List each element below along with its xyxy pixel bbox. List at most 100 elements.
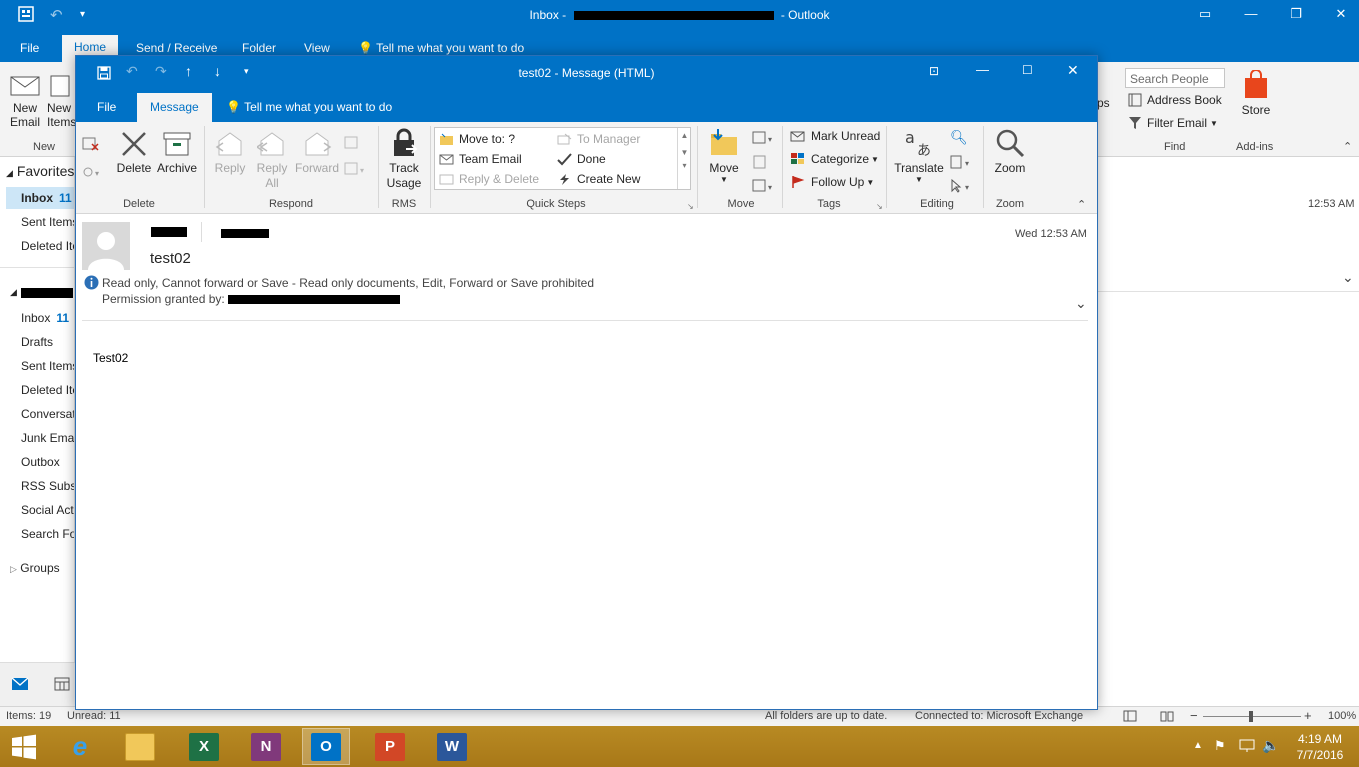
folder-search-folders[interactable]: Search Folders xyxy=(21,527,74,541)
maximize-button[interactable]: ☐ xyxy=(1022,63,1033,77)
tab-file[interactable]: File xyxy=(97,100,116,114)
folder-inbox[interactable]: Inbox 11 xyxy=(21,311,69,325)
close-button[interactable]: ✕ xyxy=(1067,62,1079,79)
groups-header[interactable]: ▷ Groups xyxy=(10,561,60,575)
tell-me-box[interactable]: 💡 Tell me what you want to do xyxy=(358,41,524,55)
reply-all-button[interactable]: Reply All xyxy=(252,129,292,191)
reply-button[interactable]: Reply xyxy=(210,129,250,175)
clock[interactable]: 4:19 AM 7/7/2016 xyxy=(1290,731,1350,763)
folder-junk-email[interactable]: Junk Email xyxy=(21,431,74,445)
delete-button[interactable]: Delete xyxy=(114,129,154,175)
volume-icon[interactable]: 🔈 xyxy=(1262,737,1279,754)
more-respond-icon[interactable]: ▾ xyxy=(344,162,368,176)
find-search-icon[interactable]: 🔍︎ xyxy=(950,129,968,146)
taskbar-ie[interactable]: e xyxy=(56,728,104,765)
zoom-group-label: Zoom xyxy=(995,198,1025,210)
network-icon[interactable] xyxy=(1239,739,1255,753)
scroll-up-icon[interactable]: ▲ xyxy=(678,131,691,140)
close-button[interactable]: ✕ xyxy=(1330,4,1352,24)
fav-deleted-items[interactable]: Deleted Items xyxy=(21,239,74,253)
meeting-reply-icon[interactable] xyxy=(344,136,360,150)
account-header[interactable]: ◢ xyxy=(10,287,73,298)
archive-button[interactable]: Archive xyxy=(156,129,198,175)
ignore-icon[interactable] xyxy=(82,136,100,152)
related-icon[interactable]: ▾ xyxy=(950,155,976,169)
fav-sent-items[interactable]: Sent Items xyxy=(21,215,74,229)
quick-step-create-new[interactable]: Create New xyxy=(557,172,640,186)
expand-gallery-icon[interactable]: ▾ xyxy=(678,161,691,170)
quick-step-reply-delete[interactable]: Reply & Delete xyxy=(439,172,539,186)
taskbar-word[interactable]: W xyxy=(428,728,476,765)
actions-icon[interactable]: ▾ xyxy=(752,179,778,193)
mail-icon[interactable] xyxy=(11,677,29,691)
quick-step-to-manager[interactable]: To Manager xyxy=(557,132,640,146)
minimize-button[interactable]: — xyxy=(1240,4,1262,24)
taskbar-file-explorer[interactable] xyxy=(116,728,164,765)
forward-button[interactable]: Forward xyxy=(294,129,340,175)
ribbon-display-options-icon[interactable]: ⊡ xyxy=(929,64,939,78)
scroll-down-icon[interactable]: ▼ xyxy=(678,148,691,157)
dialog-launcher-icon[interactable]: ↘ xyxy=(876,202,883,211)
folder-drafts[interactable]: Drafts xyxy=(21,335,53,349)
message-body[interactable]: Test02 xyxy=(76,324,1097,709)
store-button[interactable]: Store xyxy=(1236,69,1276,117)
reading-view-icon[interactable] xyxy=(1160,710,1174,722)
taskbar-powerpoint[interactable]: P xyxy=(366,728,414,765)
favorites-header[interactable]: ◢ Favorites xyxy=(6,163,74,179)
tab-view[interactable]: View xyxy=(304,41,330,55)
maximize-button[interactable]: ❐ xyxy=(1285,4,1307,24)
ribbon-display-options-icon[interactable]: ▭ xyxy=(1194,4,1216,24)
quick-step-done[interactable]: Done xyxy=(557,152,606,166)
expand-header-chevron-icon[interactable]: ⌄ xyxy=(1075,295,1087,312)
zoom-out-icon[interactable]: − xyxy=(1190,708,1198,723)
onenote-send-icon[interactable] xyxy=(752,155,768,169)
dialog-launcher-icon[interactable]: ↘ xyxy=(687,202,694,211)
folder-social[interactable]: Social Activity Notifications xyxy=(21,503,74,517)
follow-up-button[interactable]: Follow Up ▼ xyxy=(790,175,874,189)
search-people-input[interactable]: Search People xyxy=(1125,68,1225,88)
tab-folder[interactable]: Folder xyxy=(242,41,276,55)
calendar-icon[interactable] xyxy=(54,677,70,691)
zoom-in-icon[interactable]: + xyxy=(1304,708,1312,723)
select-cursor-icon[interactable]: ▾ xyxy=(950,179,976,193)
taskbar-excel[interactable]: X xyxy=(180,728,228,765)
address-book-button[interactable]: Address Book xyxy=(1128,93,1222,107)
quick-step-reply-delete-label: Reply & Delete xyxy=(459,172,540,186)
tab-file[interactable]: File xyxy=(20,41,39,55)
tab-send-receive[interactable]: Send / Receive xyxy=(136,41,217,55)
tell-me-box[interactable]: 💡 Tell me what you want to do xyxy=(226,100,392,114)
move-button[interactable]: Move ▼ xyxy=(702,127,746,184)
info-icon xyxy=(84,275,99,290)
collapse-ribbon-icon[interactable]: ⌃ xyxy=(1343,140,1352,153)
start-button[interactable] xyxy=(0,728,48,765)
translate-button[interactable]: aあ Translate ▼ xyxy=(892,127,946,184)
taskbar-outlook[interactable]: O xyxy=(302,728,350,765)
folder-conversation-history[interactable]: Conversation History xyxy=(21,407,74,421)
chevron-down-icon[interactable]: ⌄ xyxy=(1342,269,1354,286)
rules-icon[interactable]: ▾ xyxy=(752,131,778,145)
new-email-button[interactable]: New Email xyxy=(8,74,42,129)
show-hidden-icons[interactable]: ▲ xyxy=(1193,740,1203,751)
track-usage-button[interactable]: Track Usage xyxy=(382,127,426,191)
action-center-flag-icon[interactable]: ⚑ xyxy=(1214,738,1226,754)
zoom-slider-thumb[interactable] xyxy=(1249,711,1253,722)
clean-up-icon[interactable]: ▾ xyxy=(82,164,104,180)
normal-view-icon[interactable] xyxy=(1123,710,1137,722)
quick-steps-scroll[interactable]: ▲ ▼ ▾ xyxy=(677,128,691,189)
zoom-button[interactable]: Zoom xyxy=(988,127,1032,175)
taskbar-onenote[interactable]: N xyxy=(242,728,290,765)
folder-outbox[interactable]: Outbox xyxy=(21,455,60,469)
mark-unread-button[interactable]: Mark Unread xyxy=(790,129,880,143)
quick-step-team-email[interactable]: Team Email xyxy=(439,152,522,166)
folder-deleted-items[interactable]: Deleted Items xyxy=(21,383,74,397)
filter-email-button[interactable]: Filter Email ▼ xyxy=(1128,116,1218,130)
collapse-ribbon-icon[interactable]: ⌃ xyxy=(1077,198,1086,211)
quick-step-move-to[interactable]: Move to: ? xyxy=(439,132,515,146)
categorize-button[interactable]: Categorize ▼ xyxy=(790,152,879,166)
folder-rss[interactable]: RSS Subscriptions xyxy=(21,479,74,493)
folder-sent-items[interactable]: Sent Items xyxy=(21,359,74,373)
new-items-button[interactable]: New Items xyxy=(47,74,77,129)
fav-inbox[interactable]: Inbox 11 xyxy=(21,191,72,205)
minimize-button[interactable]: — xyxy=(976,62,989,77)
tab-message[interactable]: Message xyxy=(137,93,212,122)
